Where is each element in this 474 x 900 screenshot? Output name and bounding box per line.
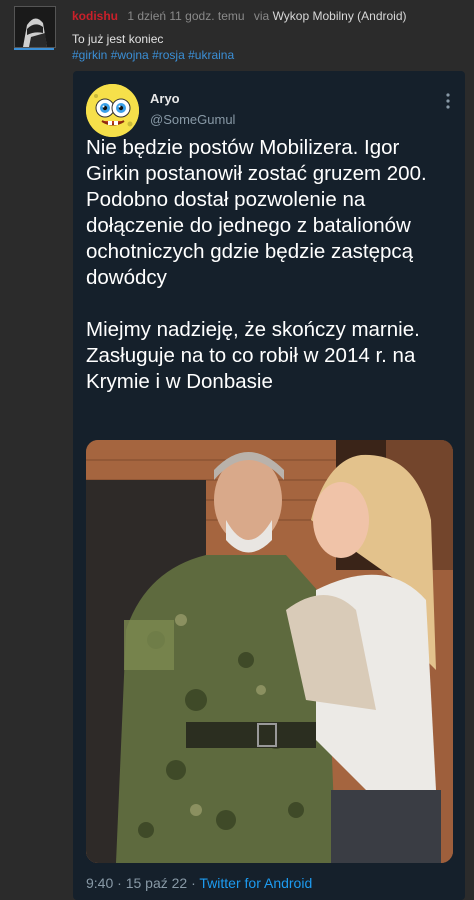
tweet-photo[interactable] xyxy=(86,440,453,863)
tag-ukraina[interactable]: #ukraina xyxy=(188,48,234,62)
meta-dot: · xyxy=(191,875,196,891)
post-time[interactable]: 1 dzień 11 godz. temu xyxy=(127,9,244,23)
tweet-paragraph-1: Nie będzie postów Mobilizera. Igor Girki… xyxy=(86,136,427,289)
app-name: Wykop Mobilny (Android) xyxy=(272,9,407,23)
tweet-paragraph-2: Miejmy nadzieję, że skończy marnie. Zasł… xyxy=(86,318,420,393)
via-label: via xyxy=(253,9,270,23)
tweet-text: Nie będzie postów Mobilizera. Igor Girki… xyxy=(86,135,458,395)
meta-dot: · xyxy=(117,875,122,891)
more-options-icon[interactable] xyxy=(445,91,451,111)
spongebob-avatar-icon[interactable] xyxy=(86,84,139,137)
tag-girkin[interactable]: #girkin xyxy=(72,48,107,62)
tag-wojna[interactable]: #wojna xyxy=(111,48,149,62)
tweet-date[interactable]: 15 paź 22 xyxy=(126,875,188,891)
user-avatar-icon[interactable] xyxy=(14,6,56,48)
post-tags: #girkin #wojna #rosja #ukraina xyxy=(72,47,234,63)
post-body: To już jest koniec xyxy=(72,32,164,46)
post-page: kodishu 1 dzień 11 godz. temu via Wykop … xyxy=(0,0,474,900)
username-link[interactable]: kodishu xyxy=(72,9,118,23)
embedded-tweet: Aryo @SomeGumul Nie będzie postów Mobili… xyxy=(73,71,465,900)
tag-rosja[interactable]: #rosja xyxy=(152,48,185,62)
post-header: kodishu 1 dzień 11 godz. temu via Wykop … xyxy=(72,9,407,23)
tweet-author-handle[interactable]: @SomeGumul xyxy=(150,112,235,127)
tweet-time[interactable]: 9:40 xyxy=(86,875,113,891)
tweet-author-name[interactable]: Aryo xyxy=(150,91,180,106)
avatar-underline xyxy=(14,48,54,50)
tweet-meta: 9:40 · 15 paź 22 · Twitter for Android xyxy=(86,875,312,891)
tweet-source-link[interactable]: Twitter for Android xyxy=(199,875,312,891)
